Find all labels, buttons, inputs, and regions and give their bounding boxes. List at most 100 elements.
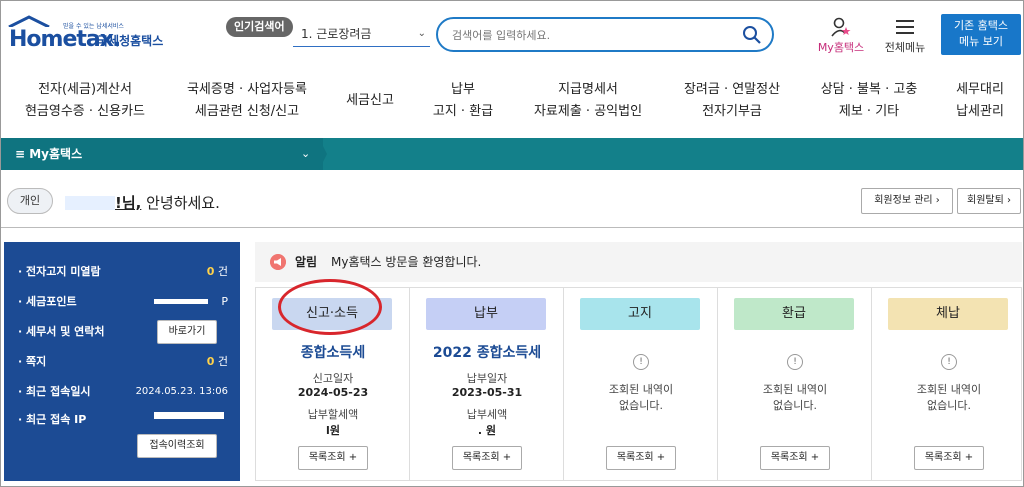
card-main-title[interactable]: 종합소득세 [256,342,410,362]
section-divider [1,227,1023,228]
sidebar-row-label: · 세무서 및 연락처 [18,325,105,338]
greeting-text: !님, 안녕하세요. [65,192,220,212]
top-header: 믿을 수 있는 납세서비스 Hometax. 국세청홈택스 인기검색어 1. 근… [1,1,1023,63]
card-label-date: 신고일자 [312,372,354,385]
notice-title: 알림 [295,255,318,269]
house-roof-icon [8,15,50,27]
list-view-button[interactable]: 목록조회 + [452,446,522,470]
withdraw-button[interactable]: 회원탈퇴 › [957,188,1021,214]
empty-message: 조회된 내역이 없습니다. [608,383,674,412]
card-arrears: 체납 ! 조회된 내역이 없습니다. 목록조회 + [872,288,1023,480]
sidebar-row-value: 0 건 [130,352,228,372]
gnb-item-line2: 고지 · 환급 [432,104,494,119]
my-hometax-dropdown[interactable]: ≡ My홈택스 ⌄ [1,138,323,170]
empty-message: 조회된 내역이 없습니다. [916,383,982,412]
card-value-date: 2023-05-31 [451,386,523,399]
masked-points [154,299,208,304]
gnb-item-incentives[interactable]: 장려금 · 연말정산 전자기부금 [673,79,791,131]
card-value-amount: . 원 [477,424,497,437]
gnb-item-line1: 국세증명 · 사업자등록 [186,82,308,97]
gnb-item-line1: 장려금 · 연말정산 [683,82,781,97]
list-view-button[interactable]: 목록조회 + [606,446,676,470]
list-view-button[interactable]: 목록조회 + [760,446,830,470]
login-history-button[interactable]: 접속이력조회 [137,434,217,458]
popular-search-select[interactable]: 1. 근로장려금 ⌄ [293,23,430,47]
gnb-item-tax-agent[interactable]: 세무대리 납세관리 [947,79,1013,131]
all-menu-button[interactable]: 전체메뉴 [877,17,933,57]
sidebar-row-messages[interactable]: · 쪽지 0 건 [18,352,228,372]
all-menu-label: 전체메뉴 [884,41,926,54]
card-main-title[interactable]: 2022 종합소득세 [410,342,564,362]
card-value-date: 2024-05-23 [297,386,369,399]
search-icon[interactable] [742,25,762,45]
gnb-item-einvoice[interactable]: 전자(세금)계산서 현금영수증 · 신용카드 [17,79,153,131]
gnb-item-line1: 세금신고 [346,93,394,108]
sub-navigation-bar: ≡ My홈택스 ⌄ [1,138,1023,170]
megaphone-icon [270,254,286,270]
info-icon: ! [787,354,803,370]
list-view-button[interactable]: 목록조회 + [914,446,984,470]
shortcut-button[interactable]: 바로가기 [157,320,217,344]
hometax-logo[interactable]: 믿을 수 있는 납세서비스 Hometax. 국세청홈택스 [7,15,177,53]
gnb-item-line1: 전자(세금)계산서 [38,82,132,97]
tab-payment[interactable]: 납부 [426,298,546,330]
sidebar-row-value: 0 건 [130,262,228,282]
gnb-item-certificates[interactable]: 국세증명 · 사업자등록 세금관련 신청/신고 [177,79,317,131]
card-label-amount: 납부할세액 [307,408,359,421]
popular-search-badge: 인기검색어 [226,17,293,37]
user-type-badge: 개인 [7,188,53,214]
greeting-name-suffix: !님, [115,194,142,212]
info-icon: ! [941,354,957,370]
sidebar-row-label: · 최근 접속 IP [18,413,87,426]
chevron-down-icon: ⌄ [417,28,426,39]
gnb-item-line1: 세무대리 [956,82,1004,97]
gnb-item-line1: 지급명세서 [558,82,618,97]
summary-sidebar: · 전자고지 미열람 0 건 · 세금포인트 P · 세무서 및 연락처 바로가… [4,242,240,481]
my-hometax-button[interactable]: My홈택스 [813,17,869,57]
last-login-time: 2024.05.23. 13:06 [135,386,228,397]
sidebar-row-last-login: · 최근 접속일시 2024.05.23. 13:06 [18,382,228,402]
unit: 건 [214,355,228,368]
gnb-item-tax-filing[interactable]: 세금신고 [337,79,403,131]
chevron-down-icon: ⌄ [301,147,311,160]
gnb-item-payment-statements[interactable]: 지급명세서 자료제출 · 공익법인 [523,79,653,131]
member-info-button[interactable]: 회원정보 관리 › [861,188,953,214]
empty-message: 조회된 내역이 없습니다. [762,383,828,412]
card-refund: 환급 ! 조회된 내역이 없습니다. 목록조회 + [718,288,872,480]
old-menu-button[interactable]: 기존 홈택스 메뉴 보기 [941,14,1021,55]
unit: P [221,295,228,308]
gnb-item-line2: 자료제출 · 공익법인 [533,104,643,119]
gnb-item-line2: 제보 · 기타 [838,104,900,119]
gnb-item-line2: 전자기부금 [702,104,762,119]
greeting-message: 안녕하세요. [141,194,220,212]
notice-bar: 알림 My홈택스 방문을 환영합니다. [255,242,1022,282]
user-icon [831,17,851,37]
gnb-item-line1: 납부 [451,82,475,97]
tab-notice[interactable]: 고지 [580,298,700,330]
card-label-date: 납부일자 [466,372,508,385]
greeting-row: 개인 !님, 안녕하세요. 회원정보 관리 › 회원탈퇴 › [1,184,1023,220]
gnb-item-line2: 현금영수증 · 신용카드 [24,104,146,119]
card-value-amount: l원 [326,424,340,437]
gnb-item-line2: 세금관련 신청/신고 [194,104,300,119]
sidebar-row-label: · 쪽지 [18,355,47,368]
sidebar-row-unread-notices[interactable]: · 전자고지 미열람 0 건 [18,262,228,282]
card-payment: 납부 2022 종합소득세 납부일자 2023-05-31 납부세액 . 원 목… [410,288,564,480]
subnav-label: ≡ My홈택스 [15,147,83,161]
hamburger-icon [896,20,914,34]
gnb-item-payment[interactable]: 납부 고지 · 환급 [423,79,503,131]
highlight-circle-annotation [278,279,382,335]
logo-korean: 국세청홈택스 [97,34,164,48]
gnb-item-line2: 납세관리 [956,104,1004,119]
masked-ip [154,412,224,419]
search-input[interactable] [452,25,722,45]
main-navigation: 전자(세금)계산서 현금영수증 · 신용카드 국세증명 · 사업자등록 세금관련… [1,79,1023,131]
tab-refund[interactable]: 환급 [734,298,854,330]
card-notice: 고지 ! 조회된 내역이 없습니다. 목록조회 + [564,288,718,480]
gnb-item-consultation[interactable]: 상담 · 불복 · 고충 제보 · 기타 [811,79,927,131]
search-box [436,17,774,52]
old-menu-line1: 기존 홈택스 [953,19,1009,32]
list-view-button[interactable]: 목록조회 + [298,446,368,470]
info-icon: ! [633,354,649,370]
tab-arrears[interactable]: 체납 [888,298,1008,330]
